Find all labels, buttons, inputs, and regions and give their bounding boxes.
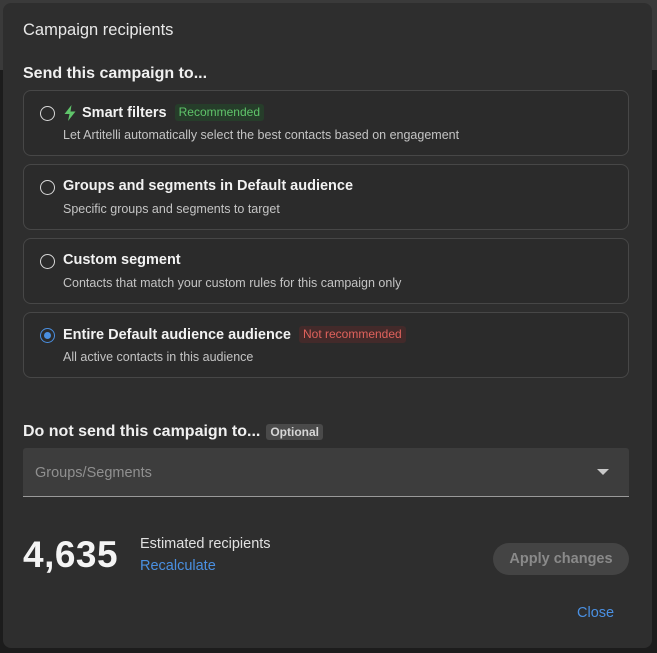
option-custom-segment-description: Contacts that match your custom rules fo… [63,276,402,290]
option-custom-segment-label: Custom segment [63,252,181,268]
option-groups-segments[interactable]: Groups and segments in Default audience … [23,164,629,230]
send-section-heading: Send this campaign to... [23,65,207,83]
optional-badge: Optional [266,424,324,440]
option-entire-audience-suffix: audience [228,326,291,343]
radio-custom-segment[interactable] [40,254,55,269]
apply-changes-button[interactable]: Apply changes [493,543,629,575]
option-smart-filters-label: Smart filters [82,104,167,121]
option-groups-segments-description: Specific groups and segments to target [63,202,280,216]
option-entire-audience-description: All active contacts in this audience [63,350,254,364]
send-section-heading-text: Send this campaign to... [23,65,208,82]
option-smart-filters-title: Smart filters Recommended [63,104,264,121]
option-custom-segment-title: Custom segment [63,252,181,268]
recalculate-link[interactable]: Recalculate [140,558,216,574]
option-groups-segments-label: Groups and segments in [63,178,233,194]
option-smart-filters-description: Let Artitelli automatically select the b… [63,128,460,142]
option-entire-audience-prefix: Entire [63,326,105,343]
exclude-groups-select[interactable]: Groups/Segments [23,448,629,497]
estimated-recipients-label: Estimated recipients [140,536,271,552]
option-groups-segments-audience-name: Default audience [237,178,354,194]
dialog-title: Campaign recipients [23,21,174,39]
radio-smart-filters[interactable] [40,106,55,121]
option-entire-audience-name: Default audience [108,326,225,343]
recipient-count: 4,635 [23,534,119,575]
radio-groups-segments[interactable] [40,180,55,195]
radio-entire-audience[interactable] [40,328,55,343]
exclude-groups-placeholder: Groups/Segments [35,465,152,481]
close-button[interactable]: Close [577,605,614,621]
campaign-recipients-dialog: Campaign recipients Send this campaign t… [3,3,652,648]
lightning-bolt-icon [64,104,76,121]
chevron-down-icon[interactable] [597,469,609,475]
option-smart-filters[interactable]: Smart filters Recommended Let Artitelli … [23,90,629,156]
exclude-section-heading: Do not send this campaign to... Optional [23,423,324,441]
option-custom-segment[interactable]: Custom segment Contacts that match your … [23,238,629,304]
exclude-section-heading-text: Do not send this campaign to... [23,423,261,440]
option-groups-segments-title: Groups and segments in Default audience [63,178,353,194]
option-entire-audience[interactable]: Entire Default audience audience Not rec… [23,312,629,378]
option-entire-audience-title: Entire Default audience audience Not rec… [63,326,406,343]
recommended-badge: Recommended [174,104,264,121]
not-recommended-badge: Not recommended [298,326,406,343]
